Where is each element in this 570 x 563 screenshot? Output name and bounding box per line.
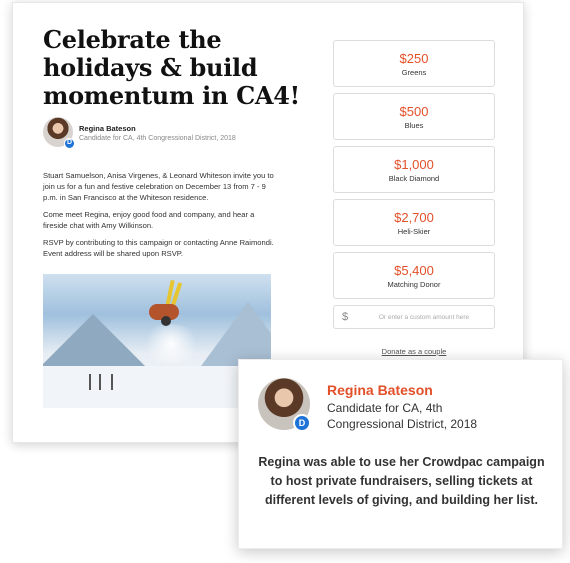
amount-value: $5,400 (394, 263, 434, 278)
party-badge-icon: D (293, 414, 311, 432)
author-block: D Regina Bateson Candidate for CA, 4th C… (43, 117, 293, 151)
amount-value: $250 (399, 51, 429, 66)
amount-value: $500 (399, 104, 429, 119)
amount-label: Blues (404, 121, 424, 130)
author-subtitle: Candidate for CA, 4th Congressional Dist… (79, 135, 236, 142)
description-paragraph: RSVP by contributing to this campaign or… (43, 238, 274, 258)
donate-250-button[interactable]: $250 Greens (333, 40, 495, 87)
custom-amount-field[interactable]: $ (333, 305, 495, 329)
donation-options: $250 Greens $500 Blues $1,000 Black Diam… (333, 40, 495, 329)
party-badge-icon: D (64, 138, 75, 149)
campaign-description: Stuart Samuelson, Anisa Virgenes, & Leon… (43, 170, 275, 265)
skier-photo (43, 274, 271, 408)
donate-as-couple-link[interactable]: Donate as a couple (333, 347, 495, 356)
donate-2700-button[interactable]: $2,700 Heli-Skier (333, 199, 495, 246)
description-paragraph: Come meet Regina, enjoy good food and co… (43, 210, 255, 230)
custom-amount-input[interactable] (358, 309, 490, 326)
donate-500-button[interactable]: $500 Blues (333, 93, 495, 140)
snow-ground (43, 366, 271, 408)
skier-figure (137, 279, 191, 332)
amount-label: Matching Donor (387, 280, 441, 289)
donate-1000-button[interactable]: $1,000 Black Diamond (333, 146, 495, 193)
ski-lift-pole (111, 374, 113, 390)
author-name: Regina Bateson (79, 124, 136, 133)
amount-label: Black Diamond (388, 174, 440, 183)
testimonial-name: Regina Bateson (327, 382, 433, 398)
donate-5400-button[interactable]: $5,400 Matching Donor (333, 252, 495, 299)
testimonial-card: D Regina Bateson Candidate for CA, 4th C… (238, 359, 563, 549)
testimonial-subtitle: Candidate for CA, 4th Congressional Dist… (327, 401, 478, 431)
ski-lift-pole (99, 374, 101, 390)
amount-label: Greens (401, 68, 427, 77)
page-title: Celebrate the holidays & build momentum … (43, 25, 300, 110)
amount-label: Heli-Skier (397, 227, 431, 236)
testimonial-quote: Regina was able to use her Crowdpac camp… (258, 455, 545, 507)
dollar-icon: $ (342, 311, 349, 323)
description-paragraph: Stuart Samuelson, Anisa Virgenes, & Leon… (43, 171, 274, 202)
ski-lift-pole (89, 374, 91, 390)
amount-value: $1,000 (394, 157, 434, 172)
amount-value: $2,700 (394, 210, 434, 225)
